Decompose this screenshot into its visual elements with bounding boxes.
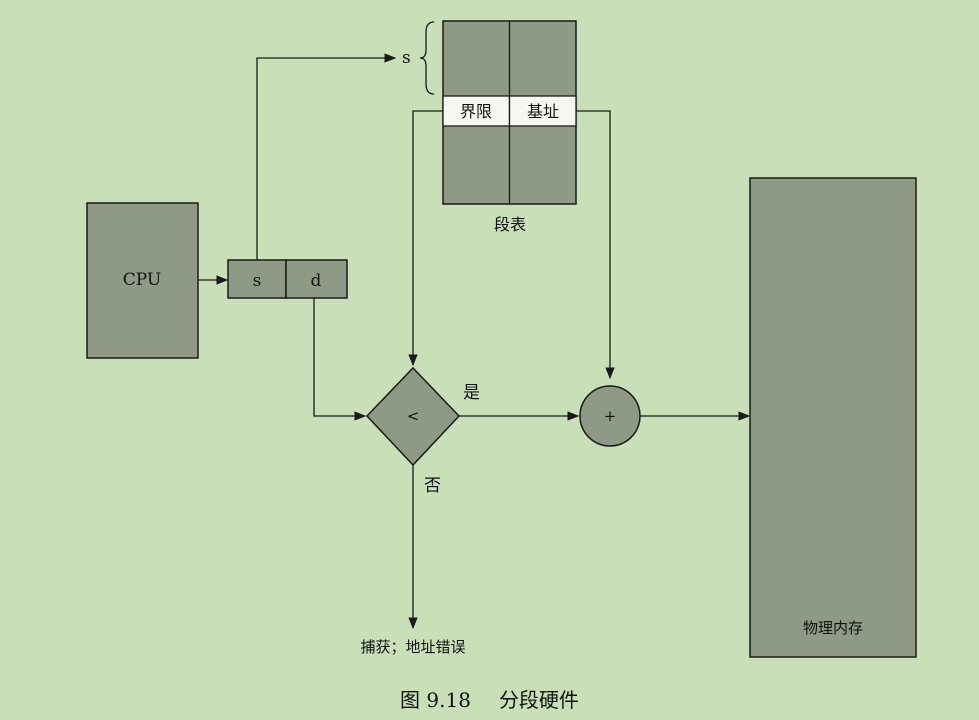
physical-memory-label: 物理内存 — [803, 619, 863, 637]
trap-label: 捕获；地址错误 — [360, 638, 465, 656]
adder-block: + — [579, 385, 641, 447]
yes-label: 是 — [463, 383, 480, 403]
compare-block: < — [365, 366, 461, 467]
base-to-adder-arrow — [576, 110, 615, 380]
page: CPU s d s 界限 基址 段表 < 是 否 捕获；地址错误 + 物理内存 … — [0, 0, 979, 720]
physical-memory-box — [749, 177, 917, 658]
compare-symbol: < — [407, 407, 420, 425]
cpu-label: CPU — [123, 270, 161, 290]
figure-number: 图 9.18 — [400, 688, 471, 712]
segment-table: 界限 基址 段表 — [442, 20, 577, 234]
figure-title: 分段硬件 — [498, 688, 579, 712]
limit-to-compare-arrow — [408, 110, 443, 367]
offset-to-compare-arrow — [313, 298, 367, 421]
physical-memory-block: 物理内存 — [749, 177, 917, 658]
limit-label: 界限 — [460, 102, 492, 121]
segment-table-label: 段表 — [494, 215, 526, 234]
cpu-block: CPU — [86, 202, 199, 359]
address-s-label: s — [253, 271, 262, 291]
logical-address: s d — [227, 259, 348, 299]
base-label: 基址 — [527, 102, 559, 121]
figure-caption: 图 9.18 分段硬件 — [0, 684, 979, 713]
segment-brace — [419, 21, 435, 95]
adder-symbol: + — [604, 407, 617, 425]
no-label: 否 — [424, 476, 441, 496]
segment-pointer-s: s — [402, 48, 411, 68]
segment-number-arrow — [256, 53, 397, 260]
segmentation-hardware-diagram: CPU s d s 界限 基址 段表 < 是 否 捕获；地址错误 + 物理内存 — [86, 20, 917, 658]
address-d-label: d — [311, 271, 322, 291]
